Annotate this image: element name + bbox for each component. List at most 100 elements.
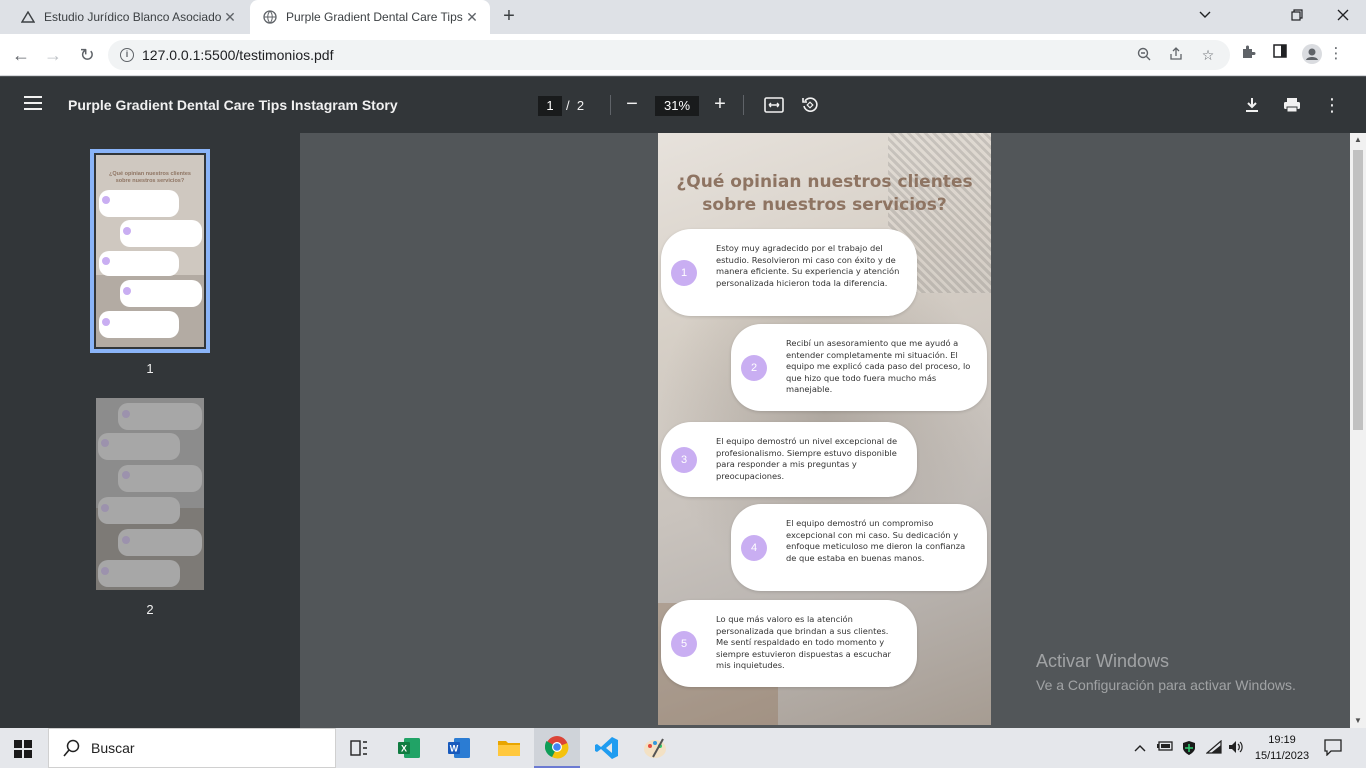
close-tab-icon[interactable]: ✕ [222, 9, 238, 25]
tab-estudio-juridico[interactable]: Estudio Jurídico Blanco Asociado ✕ [8, 0, 248, 34]
tab-strip: Estudio Jurídico Blanco Asociado ✕ Purpl… [0, 0, 1366, 34]
page-thumbnail-1[interactable]: ¿Qué opinian nuestros clientes sobre nue… [90, 149, 210, 353]
address-bar: ← → ↻ i 127.0.0.1:5500/testimonios.pdf ☆ [0, 34, 1366, 76]
task-view-icon[interactable] [336, 728, 382, 768]
thumbnail-label: 1 [146, 361, 154, 376]
toolbar-divider [610, 95, 611, 115]
svg-text:X: X [401, 744, 407, 754]
site-favicon-icon [20, 9, 36, 25]
svg-text:W: W [450, 744, 459, 754]
testimonial-text: Lo que más valoro es la atención persona… [716, 614, 891, 670]
scroll-down-arrow-icon[interactable]: ▼ [1350, 714, 1366, 728]
fit-to-page-icon[interactable] [763, 94, 785, 116]
zoom-level-input[interactable]: 31% [655, 96, 699, 116]
thumbnail-label: 2 [146, 602, 154, 617]
pdf-document-title: Purple Gradient Dental Care Tips Instagr… [68, 97, 398, 113]
windows-taskbar: Buscar X W 19:19 15/11/2023 [0, 728, 1366, 768]
clock-date: 15/11/2023 [1254, 750, 1310, 762]
testimonial-bubble: 5 Lo que más valoro es la atención perso… [661, 600, 917, 687]
testimonial-number: 4 [741, 534, 767, 561]
svg-text:¿Qué opinian nuestros clientes: ¿Qué opinian nuestros clientes [109, 171, 191, 177]
taskbar-search-box[interactable]: Buscar [48, 728, 336, 768]
rotate-icon[interactable] [799, 94, 821, 116]
show-hidden-icons-chevron-icon[interactable] [1134, 740, 1146, 755]
profile-avatar-icon[interactable] [1302, 44, 1322, 64]
vscode-icon[interactable] [584, 728, 630, 768]
testimonial-bubble: 4 El equipo demostró un compromiso excep… [731, 504, 987, 591]
reload-icon[interactable]: ↻ [76, 44, 98, 66]
zoom-magnifier-icon[interactable] [1136, 47, 1152, 63]
file-explorer-icon[interactable] [486, 728, 532, 768]
site-info-icon[interactable]: i [120, 48, 134, 62]
testimonial-number: 1 [671, 259, 697, 286]
bookmark-star-icon[interactable]: ☆ [1200, 47, 1216, 63]
tab-title: Estudio Jurídico Blanco Asociado [44, 10, 222, 24]
new-tab-button[interactable]: + [498, 6, 520, 28]
excel-icon[interactable]: X [386, 728, 432, 768]
testimonial-text: El equipo demostró un nivel excepcional … [716, 436, 898, 481]
globe-icon [262, 9, 278, 25]
browser-menu-kebab-icon[interactable]: ⋮ [1326, 44, 1346, 64]
tab-search-chevron-icon[interactable] [1182, 0, 1228, 30]
url-omnibox[interactable]: i 127.0.0.1:5500/testimonios.pdf [108, 40, 1230, 70]
paint-icon[interactable] [632, 728, 678, 768]
pdf-page-1: ¿Qué opinian nuestros clientes sobre nue… [658, 133, 991, 725]
activation-watermark-title: Activar Windows [1036, 651, 1170, 671]
windows-start-icon[interactable] [14, 740, 32, 758]
tab-purple-gradient[interactable]: Purple Gradient Dental Care Tips ✕ [250, 0, 490, 34]
testimonial-text: Estoy muy agradecido por el trabajo del … [716, 243, 900, 288]
side-panel-icon[interactable] [1270, 44, 1290, 64]
clock-time: 19:19 [1268, 734, 1296, 746]
url-text[interactable]: 127.0.0.1:5500/testimonios.pdf [142, 47, 333, 63]
close-tab-icon[interactable]: ✕ [464, 9, 480, 25]
volume-icon[interactable] [1228, 740, 1244, 757]
testimonial-bubble: 3 El equipo demostró un nivel excepciona… [661, 422, 917, 497]
testimonial-number: 3 [671, 446, 697, 473]
page-heading: ¿Qué opinian nuestros clientes sobre nue… [658, 171, 991, 217]
page-number-input[interactable]: 1 [538, 96, 562, 116]
share-icon[interactable] [1168, 47, 1184, 63]
testimonial-number: 2 [741, 354, 767, 381]
word-icon[interactable]: W [436, 728, 482, 768]
page-thumbnail-2[interactable] [96, 398, 204, 590]
notifications-icon[interactable] [1324, 738, 1342, 759]
extensions-puzzle-icon[interactable] [1238, 44, 1258, 64]
heading-line: ¿Qué opinian nuestros clientes [676, 172, 973, 192]
activation-watermark-subtitle: Ve a Configuración para activar Windows. [1036, 677, 1296, 693]
svg-text:sobre nuestros servicios?: sobre nuestros servicios? [116, 178, 185, 184]
toolbar-divider [743, 95, 744, 115]
sidebar-menu-icon[interactable] [24, 96, 42, 110]
restore-window-icon[interactable] [1274, 0, 1320, 30]
scroll-up-arrow-icon[interactable]: ▲ [1350, 133, 1366, 147]
testimonial-text: El equipo demostró un compromiso excepci… [786, 518, 966, 563]
search-placeholder: Buscar [91, 740, 135, 756]
tab-title: Purple Gradient Dental Care Tips [286, 10, 463, 24]
page-separator: / [566, 98, 570, 113]
thumbnail-sidebar: ¿Qué opinian nuestros clientes sobre nue… [0, 133, 300, 728]
total-pages: 2 [576, 98, 585, 113]
testimonial-bubble: 1 Estoy muy agradecido por el trabajo de… [661, 229, 917, 316]
system-clock[interactable]: 19:19 15/11/2023 [1252, 732, 1312, 764]
print-icon[interactable] [1281, 94, 1303, 116]
wifi-icon[interactable] [1205, 739, 1222, 757]
testimonial-number: 5 [671, 630, 697, 657]
security-shield-icon[interactable] [1181, 740, 1197, 759]
close-window-icon[interactable] [1320, 0, 1366, 30]
testimonial-bubble: 2 Recibí un asesoramiento que me ayudó a… [731, 324, 987, 411]
download-icon[interactable] [1241, 94, 1263, 116]
pdf-toolbar: Purple Gradient Dental Care Tips Instagr… [0, 77, 1366, 133]
back-arrow-icon[interactable]: ← [10, 44, 32, 66]
vertical-scrollbar[interactable]: ▲ ▼ [1350, 133, 1366, 728]
zoom-out-button[interactable]: − [620, 93, 644, 117]
forward-arrow-icon[interactable]: → [42, 44, 64, 66]
page-count: / 2 [566, 98, 584, 113]
battery-icon[interactable] [1156, 740, 1174, 755]
pdf-viewer-area[interactable]: ¿Qué opinian nuestros clientes sobre nue… [300, 133, 1350, 728]
chrome-icon[interactable] [534, 728, 580, 768]
scrollbar-thumb[interactable] [1353, 150, 1363, 430]
search-icon [63, 739, 81, 757]
zoom-in-button[interactable]: + [708, 93, 732, 117]
heading-line: sobre nuestros servicios? [702, 195, 947, 215]
pdf-more-options-icon[interactable]: ⋮ [1321, 94, 1343, 116]
testimonial-text: Recibí un asesoramiento que me ayudó a e… [786, 338, 971, 394]
